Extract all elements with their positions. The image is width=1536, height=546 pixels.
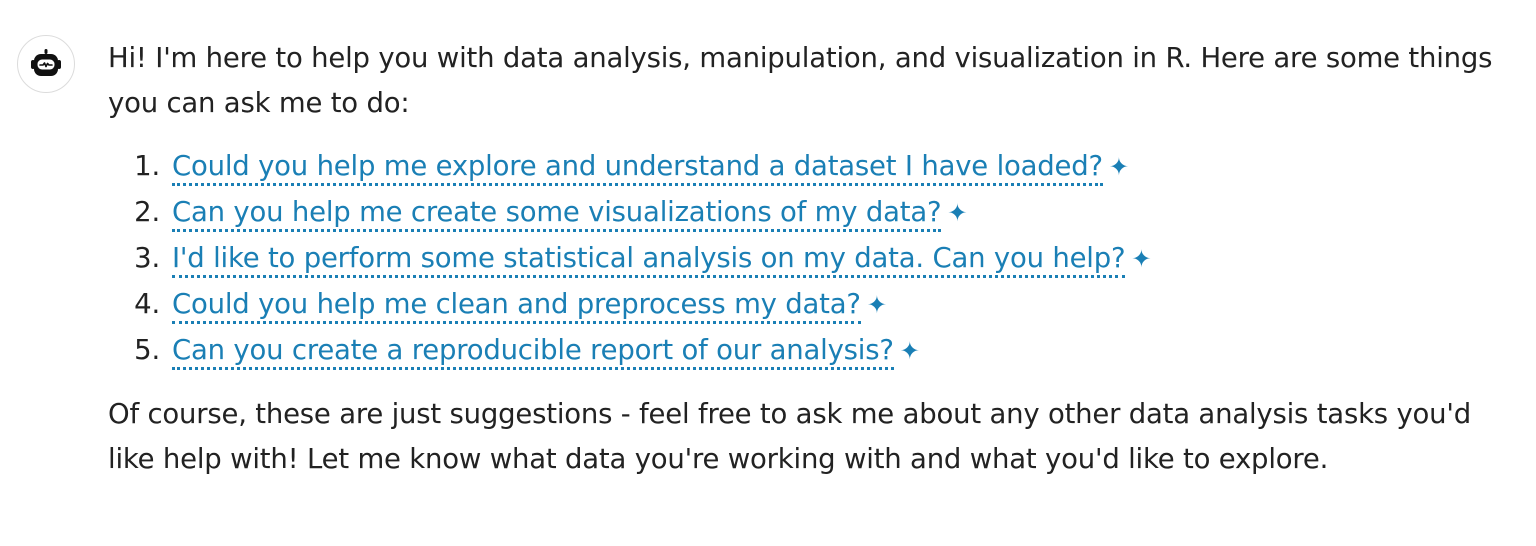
suggestion-link[interactable]: Can you create a reproducible report of … <box>172 334 894 370</box>
list-item: 4. Could you help me clean and preproces… <box>108 282 1518 328</box>
assistant-message: Hi! I'm here to help you with data analy… <box>0 0 1536 546</box>
list-number: 5. <box>134 334 160 366</box>
message-content: Hi! I'm here to help you with data analy… <box>108 36 1518 482</box>
sparkle-icon[interactable]: ✦ <box>867 283 887 328</box>
intro-text: Hi! I'm here to help you with data analy… <box>108 42 1493 119</box>
sparkle-icon[interactable]: ✦ <box>900 329 920 374</box>
assistant-avatar <box>17 35 75 93</box>
list-number: 4. <box>134 288 160 320</box>
sparkle-icon[interactable]: ✦ <box>947 191 967 236</box>
suggestion-list: 1. Could you help me explore and underst… <box>108 144 1518 374</box>
sparkle-icon[interactable]: ✦ <box>1131 237 1151 282</box>
list-item: 5. Can you create a reproducible report … <box>108 328 1518 374</box>
list-item: 3. I'd like to perform some statistical … <box>108 236 1518 282</box>
list-number: 2. <box>134 196 160 228</box>
suggestion-link[interactable]: Could you help me clean and preprocess m… <box>172 288 861 324</box>
robot-icon <box>31 49 61 76</box>
list-item: 2. Can you help me create some visualiza… <box>108 190 1518 236</box>
suggestion-link[interactable]: Could you help me explore and understand… <box>172 150 1103 186</box>
list-item: 1. Could you help me explore and underst… <box>108 144 1518 190</box>
suggestion-link[interactable]: I'd like to perform some statistical ana… <box>172 242 1126 278</box>
list-number: 3. <box>134 242 160 274</box>
outro-text: Of course, these are just suggestions - … <box>108 398 1472 475</box>
list-number: 1. <box>134 150 160 182</box>
suggestion-link[interactable]: Can you help me create some visualizatio… <box>172 196 942 232</box>
sparkle-icon[interactable]: ✦ <box>1109 145 1129 190</box>
